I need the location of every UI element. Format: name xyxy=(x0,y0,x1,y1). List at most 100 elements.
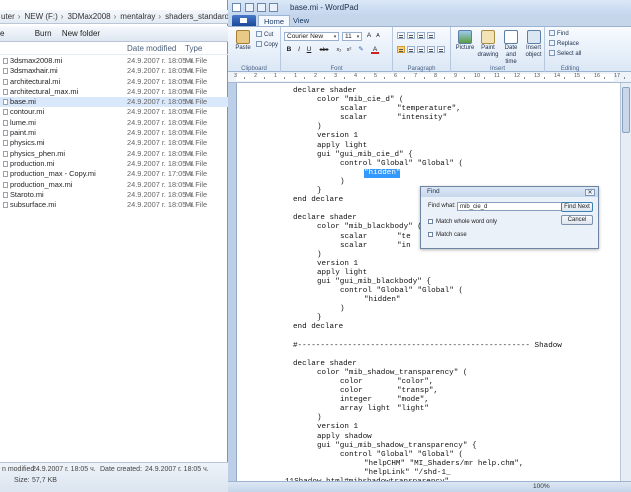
ruler-number: 1 xyxy=(274,73,278,79)
cut-button[interactable]: Cut xyxy=(256,31,273,39)
document-page[interactable]: declare shader color "mib_cie_d" (scalar "… xyxy=(236,83,620,481)
grow-font-icon[interactable]: A xyxy=(365,32,373,40)
breadcrumb-separator-icon[interactable]: › xyxy=(114,12,117,21)
breadcrumb-separator-icon[interactable]: › xyxy=(18,12,21,21)
file-name: production_max.mi xyxy=(10,179,73,189)
find-button[interactable]: Find xyxy=(549,30,569,38)
font-size-select[interactable]: 11 ▾ xyxy=(342,32,362,41)
application-menu-button[interactable] xyxy=(232,15,256,26)
justify-icon[interactable] xyxy=(427,46,435,53)
cancel-button[interactable]: Cancel xyxy=(561,215,593,225)
find-next-button[interactable]: Find Next xyxy=(561,202,593,212)
column-date-modified[interactable]: Date modified xyxy=(127,42,176,55)
line-spacing-icon[interactable] xyxy=(427,32,435,39)
italic-button[interactable]: I xyxy=(295,46,303,54)
increase-indent-icon[interactable] xyxy=(407,32,415,39)
match-case-checkbox[interactable]: Match case xyxy=(428,232,467,238)
paragraph-dialog-icon[interactable] xyxy=(437,46,445,53)
superscript-icon[interactable]: x² xyxy=(345,46,353,54)
code-text: declare shader xyxy=(293,214,357,223)
file-row[interactable]: 3dsmaxhair.mi 24.9.2007 г. 18:05 ч. MI Fil… xyxy=(0,66,228,76)
address-bar[interactable]: uter › NEW (F:) › 3DMax2008 › mentalray › shader… xyxy=(0,10,228,24)
paint-drawing-button[interactable]: Paint drawing xyxy=(477,30,499,59)
file-icon xyxy=(3,78,8,85)
breadcrumb-item[interactable]: uter xyxy=(1,12,15,21)
file-type: MI File xyxy=(185,128,208,138)
code-line: #---------------------------------------… xyxy=(237,342,620,351)
checkbox-icon xyxy=(428,232,433,237)
ruler-number: 2 xyxy=(314,73,318,79)
file-row[interactable]: base.mi 24.9.2007 г. 18:05 ч. MI File xyxy=(0,97,228,108)
ruler-number: 17 xyxy=(614,73,621,79)
burn-button[interactable]: Burn xyxy=(35,29,52,38)
redo-icon[interactable] xyxy=(269,3,278,12)
ruler-tick xyxy=(344,77,345,79)
file-row[interactable]: physics.mi 24.9.2007 г. 18:05 ч. MI File xyxy=(0,138,228,148)
bold-button[interactable]: B xyxy=(285,46,293,54)
ruler[interactable]: 3 2 1 1 2 3 4 5 6 7 8 9 10 11 12 13 14 15 16 17 xyxy=(228,72,631,83)
tab-home[interactable]: Home xyxy=(258,15,291,26)
picture-button[interactable]: Picture xyxy=(455,30,475,52)
paragraph-group: Paragraph xyxy=(393,27,451,73)
file-row[interactable]: physics_phen.mi 24.9.2007 г. 18:05 ч. MI F… xyxy=(0,149,228,159)
breadcrumb-separator-icon[interactable]: › xyxy=(61,12,64,21)
vertical-scrollbar[interactable] xyxy=(620,83,631,481)
file-row[interactable]: contour.mi 24.9.2007 г. 18:05 ч. MI File xyxy=(0,107,228,117)
paste-button[interactable]: Paste xyxy=(232,30,254,52)
align-right-icon[interactable] xyxy=(417,46,425,53)
close-icon[interactable]: ✕ xyxy=(585,189,595,196)
code-line: version 1 xyxy=(237,260,620,269)
copy-button[interactable]: Copy xyxy=(256,41,278,49)
shrink-font-icon[interactable]: A xyxy=(374,32,382,40)
file-row[interactable]: production.mi 24.9.2007 г. 18:05 ч. MI Fil… xyxy=(0,159,228,169)
code-line: color "mib_cie_d" ( xyxy=(237,96,620,105)
font-family-select[interactable]: Courier New ▾ xyxy=(284,32,339,41)
file-row[interactable]: paint.mi 24.9.2007 г. 18:05 ч. MI File xyxy=(0,128,228,138)
font-color-icon[interactable]: A xyxy=(371,46,379,54)
code-line: version 1 xyxy=(237,423,620,432)
highlight-color-icon[interactable]: ✎ xyxy=(357,46,365,54)
align-center-icon[interactable] xyxy=(407,46,415,53)
file-row[interactable]: architectural.mi 24.9.2007 г. 18:05 ч. MI … xyxy=(0,77,228,87)
breadcrumb-item[interactable]: mentalray xyxy=(120,12,155,21)
save-icon[interactable] xyxy=(245,3,254,12)
organize-button[interactable]: e xyxy=(0,29,4,38)
decrease-indent-icon[interactable] xyxy=(397,32,405,39)
tab-view[interactable]: View xyxy=(288,15,314,26)
align-left-icon[interactable] xyxy=(397,46,405,53)
breadcrumb-item[interactable]: shaders_standard xyxy=(165,12,228,21)
strikethrough-button[interactable]: abc xyxy=(317,46,331,54)
code-text: gui "gui_mib_cie_d" { xyxy=(317,150,413,159)
underline-button[interactable]: U xyxy=(305,46,313,54)
column-type[interactable]: Type xyxy=(185,42,202,55)
file-row[interactable]: lume.mi 24.9.2007 г. 18:05 ч. MI File xyxy=(0,118,228,128)
replace-button[interactable]: Replace xyxy=(549,40,579,48)
subscript-icon[interactable]: x₂ xyxy=(335,46,343,54)
ruler-number: 9 xyxy=(454,73,458,79)
insert-object-button[interactable]: Insert object xyxy=(523,30,544,59)
date-time-button[interactable]: Date and time xyxy=(501,30,521,66)
document-text[interactable]: declare shader color "mib_cie_d" (scalar "… xyxy=(237,87,620,481)
new-folder-button[interactable]: New folder xyxy=(62,29,100,38)
breadcrumb-item[interactable]: NEW (F:) xyxy=(24,12,57,21)
file-row[interactable]: production_max - Copy.mi 24.9.2007 г. 17:… xyxy=(0,169,228,179)
file-row[interactable]: subsurface.mi 24.9.2007 г. 18:05 ч. MI Fil… xyxy=(0,200,228,210)
code-line: ) xyxy=(237,305,620,314)
find-what-input[interactable]: mib_cie_d xyxy=(457,202,570,211)
match-whole-word-checkbox[interactable]: Match whole word only xyxy=(428,219,497,225)
file-row[interactable]: architectural_max.mi 24.9.2007 г. 18:05 ч… xyxy=(0,87,228,97)
file-row[interactable]: 3dsmax2008.mi 24.9.2007 г. 18:05 ч. MI Fil… xyxy=(0,56,228,66)
code-text-param: "light" xyxy=(397,405,429,414)
file-row[interactable]: Staroto.mi 24.9.2007 г. 18:05 ч. MI File xyxy=(0,190,228,200)
details-size-label: Size: xyxy=(14,477,30,484)
file-name: physics.mi xyxy=(10,138,45,148)
ruler-number: 6 xyxy=(394,73,398,79)
select-all-button[interactable]: Select all xyxy=(549,50,581,58)
file-row[interactable]: production_max.mi 24.9.2007 г. 18:05 ч. MI… xyxy=(0,180,228,190)
ruler-tick xyxy=(624,77,625,79)
undo-icon[interactable] xyxy=(257,3,266,12)
breadcrumb-separator-icon[interactable]: › xyxy=(158,12,161,21)
bullets-icon[interactable] xyxy=(417,32,425,39)
scroll-thumb[interactable] xyxy=(622,87,630,133)
breadcrumb-item[interactable]: 3DMax2008 xyxy=(67,12,110,21)
